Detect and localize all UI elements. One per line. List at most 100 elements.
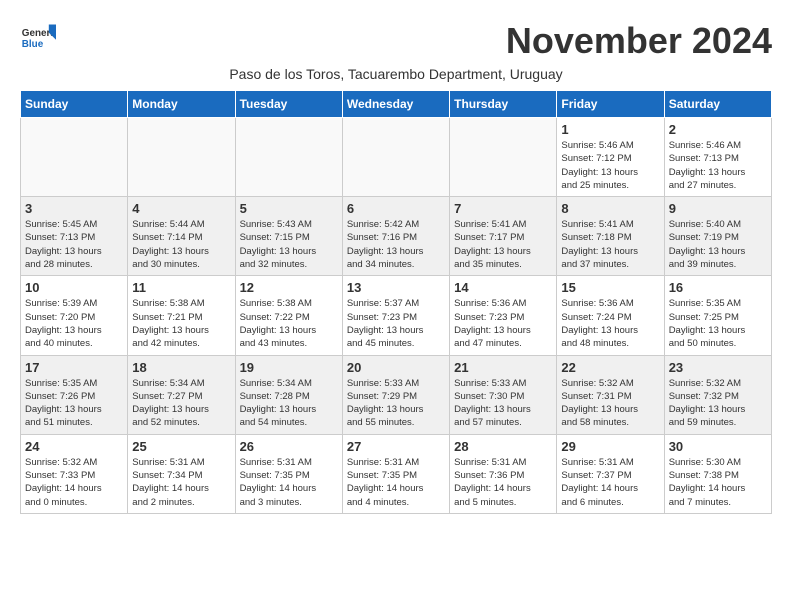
day-header-thursday: Thursday — [450, 91, 557, 118]
day-detail: Sunrise: 5:31 AM Sunset: 7:37 PM Dayligh… — [561, 456, 659, 509]
day-number: 28 — [454, 439, 552, 454]
day-header-wednesday: Wednesday — [342, 91, 449, 118]
day-number: 5 — [240, 201, 338, 216]
day-number: 18 — [132, 360, 230, 375]
calendar-cell: 20 Sunrise: 5:33 AM Sunset: 7:29 PM Dayli… — [342, 355, 449, 434]
day-detail: Sunrise: 5:32 AM Sunset: 7:32 PM Dayligh… — [669, 377, 767, 430]
day-detail: Sunrise: 5:37 AM Sunset: 7:23 PM Dayligh… — [347, 297, 445, 350]
day-detail: Sunrise: 5:30 AM Sunset: 7:38 PM Dayligh… — [669, 456, 767, 509]
day-number: 16 — [669, 280, 767, 295]
day-header-friday: Friday — [557, 91, 664, 118]
day-detail: Sunrise: 5:46 AM Sunset: 7:13 PM Dayligh… — [669, 139, 767, 192]
calendar-cell: 5 Sunrise: 5:43 AM Sunset: 7:15 PM Daylig… — [235, 197, 342, 276]
calendar-cell — [450, 118, 557, 197]
day-detail: Sunrise: 5:34 AM Sunset: 7:28 PM Dayligh… — [240, 377, 338, 430]
calendar-cell: 2 Sunrise: 5:46 AM Sunset: 7:13 PM Daylig… — [664, 118, 771, 197]
day-number: 12 — [240, 280, 338, 295]
day-detail: Sunrise: 5:45 AM Sunset: 7:13 PM Dayligh… — [25, 218, 123, 271]
day-detail: Sunrise: 5:39 AM Sunset: 7:20 PM Dayligh… — [25, 297, 123, 350]
calendar-cell — [342, 118, 449, 197]
calendar-cell: 19 Sunrise: 5:34 AM Sunset: 7:28 PM Dayli… — [235, 355, 342, 434]
day-number: 27 — [347, 439, 445, 454]
day-detail: Sunrise: 5:32 AM Sunset: 7:33 PM Dayligh… — [25, 456, 123, 509]
calendar-cell: 6 Sunrise: 5:42 AM Sunset: 7:16 PM Daylig… — [342, 197, 449, 276]
day-detail: Sunrise: 5:31 AM Sunset: 7:36 PM Dayligh… — [454, 456, 552, 509]
calendar-cell: 23 Sunrise: 5:32 AM Sunset: 7:32 PM Dayli… — [664, 355, 771, 434]
day-detail: Sunrise: 5:38 AM Sunset: 7:22 PM Dayligh… — [240, 297, 338, 350]
day-header-monday: Monday — [128, 91, 235, 118]
calendar-cell: 22 Sunrise: 5:32 AM Sunset: 7:31 PM Dayli… — [557, 355, 664, 434]
day-number: 4 — [132, 201, 230, 216]
day-detail: Sunrise: 5:44 AM Sunset: 7:14 PM Dayligh… — [132, 218, 230, 271]
day-number: 26 — [240, 439, 338, 454]
month-title: November 2024 — [506, 20, 772, 62]
day-number: 25 — [132, 439, 230, 454]
calendar-cell: 25Sunrise: 5:31 AM Sunset: 7:34 PM Dayli… — [128, 434, 235, 513]
day-number: 7 — [454, 201, 552, 216]
day-number: 13 — [347, 280, 445, 295]
day-detail: Sunrise: 5:38 AM Sunset: 7:21 PM Dayligh… — [132, 297, 230, 350]
day-header-sunday: Sunday — [21, 91, 128, 118]
calendar-cell: 11 Sunrise: 5:38 AM Sunset: 7:21 PM Dayli… — [128, 276, 235, 355]
day-number: 24 — [25, 439, 123, 454]
day-detail: Sunrise: 5:42 AM Sunset: 7:16 PM Dayligh… — [347, 218, 445, 271]
day-detail: Sunrise: 5:31 AM Sunset: 7:35 PM Dayligh… — [240, 456, 338, 509]
day-number: 21 — [454, 360, 552, 375]
day-detail: Sunrise: 5:32 AM Sunset: 7:31 PM Dayligh… — [561, 377, 659, 430]
calendar-cell: 14 Sunrise: 5:36 AM Sunset: 7:23 PM Dayli… — [450, 276, 557, 355]
day-number: 23 — [669, 360, 767, 375]
calendar-cell: 15 Sunrise: 5:36 AM Sunset: 7:24 PM Dayli… — [557, 276, 664, 355]
calendar-cell — [235, 118, 342, 197]
day-number: 1 — [561, 122, 659, 137]
calendar-cell: 27 Sunrise: 5:31 AM Sunset: 7:35 PM Dayli… — [342, 434, 449, 513]
calendar-cell: 28 Sunrise: 5:31 AM Sunset: 7:36 PM Dayli… — [450, 434, 557, 513]
calendar-cell: 24 Sunrise: 5:32 AM Sunset: 7:33 PM Dayli… — [21, 434, 128, 513]
day-detail: Sunrise: 5:36 AM Sunset: 7:24 PM Dayligh… — [561, 297, 659, 350]
calendar-cell: 18 Sunrise: 5:34 AM Sunset: 7:27 PM Dayli… — [128, 355, 235, 434]
day-number: 3 — [25, 201, 123, 216]
day-header-tuesday: Tuesday — [235, 91, 342, 118]
day-number: 20 — [347, 360, 445, 375]
calendar-cell: 16Sunrise: 5:35 AM Sunset: 7:25 PM Dayli… — [664, 276, 771, 355]
calendar-cell: 3 Sunrise: 5:45 AM Sunset: 7:13 PM Daylig… — [21, 197, 128, 276]
day-detail: Sunrise: 5:33 AM Sunset: 7:29 PM Dayligh… — [347, 377, 445, 430]
day-number: 22 — [561, 360, 659, 375]
day-number: 15 — [561, 280, 659, 295]
calendar-cell: 8 Sunrise: 5:41 AM Sunset: 7:18 PM Daylig… — [557, 197, 664, 276]
calendar-cell: 10 Sunrise: 5:39 AM Sunset: 7:20 PM Dayli… — [21, 276, 128, 355]
day-detail: Sunrise: 5:46 AM Sunset: 7:12 PM Dayligh… — [561, 139, 659, 192]
day-number: 29 — [561, 439, 659, 454]
day-detail: Sunrise: 5:41 AM Sunset: 7:17 PM Dayligh… — [454, 218, 552, 271]
day-number: 11 — [132, 280, 230, 295]
day-number: 19 — [240, 360, 338, 375]
day-detail: Sunrise: 5:31 AM Sunset: 7:35 PM Dayligh… — [347, 456, 445, 509]
day-number: 2 — [669, 122, 767, 137]
day-header-saturday: Saturday — [664, 91, 771, 118]
day-detail: Sunrise: 5:33 AM Sunset: 7:30 PM Dayligh… — [454, 377, 552, 430]
day-detail: Sunrise: 5:34 AM Sunset: 7:27 PM Dayligh… — [132, 377, 230, 430]
calendar-cell: 26 Sunrise: 5:31 AM Sunset: 7:35 PM Dayli… — [235, 434, 342, 513]
calendar-cell: 4 Sunrise: 5:44 AM Sunset: 7:14 PM Daylig… — [128, 197, 235, 276]
calendar-cell: 13 Sunrise: 5:37 AM Sunset: 7:23 PM Dayli… — [342, 276, 449, 355]
calendar-cell: 17Sunrise: 5:35 AM Sunset: 7:26 PM Dayli… — [21, 355, 128, 434]
calendar-cell: 30 Sunrise: 5:30 AM Sunset: 7:38 PM Dayli… — [664, 434, 771, 513]
calendar-cell — [21, 118, 128, 197]
calendar-cell: 12 Sunrise: 5:38 AM Sunset: 7:22 PM Dayli… — [235, 276, 342, 355]
day-detail: Sunrise: 5:40 AM Sunset: 7:19 PM Dayligh… — [669, 218, 767, 271]
calendar-table: SundayMondayTuesdayWednesdayThursdayFrid… — [20, 90, 772, 514]
day-detail: Sunrise: 5:35 AM Sunset: 7:26 PM Dayligh… — [25, 377, 123, 430]
day-detail: Sunrise: 5:43 AM Sunset: 7:15 PM Dayligh… — [240, 218, 338, 271]
calendar-cell: 7 Sunrise: 5:41 AM Sunset: 7:17 PM Daylig… — [450, 197, 557, 276]
logo: General Blue — [20, 20, 56, 56]
day-detail: Sunrise: 5:36 AM Sunset: 7:23 PM Dayligh… — [454, 297, 552, 350]
calendar-cell: 1 Sunrise: 5:46 AM Sunset: 7:12 PM Daylig… — [557, 118, 664, 197]
day-number: 6 — [347, 201, 445, 216]
calendar-cell: 9Sunrise: 5:40 AM Sunset: 7:19 PM Daylig… — [664, 197, 771, 276]
calendar-cell: 21 Sunrise: 5:33 AM Sunset: 7:30 PM Dayli… — [450, 355, 557, 434]
day-number: 30 — [669, 439, 767, 454]
day-detail: Sunrise: 5:41 AM Sunset: 7:18 PM Dayligh… — [561, 218, 659, 271]
day-number: 14 — [454, 280, 552, 295]
calendar-cell — [128, 118, 235, 197]
day-number: 10 — [25, 280, 123, 295]
day-number: 8 — [561, 201, 659, 216]
